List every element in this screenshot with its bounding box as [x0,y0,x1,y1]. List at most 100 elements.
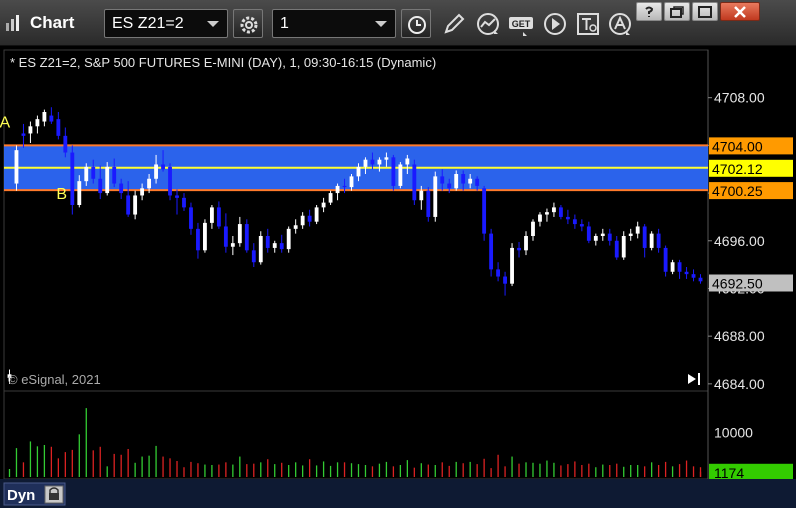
help-button[interactable] [636,2,662,21]
candle-body [203,222,207,251]
candle-body [189,207,193,229]
restore-icon [670,6,684,18]
candle-body [677,262,682,272]
candle-body [370,159,375,165]
candle-body [133,195,138,215]
candle-body [433,176,438,217]
candle-body [175,195,179,198]
candle-body [621,236,626,258]
candle-body [538,214,542,222]
candle-body [168,166,172,196]
candle-body [496,269,501,277]
candle-body [216,207,221,227]
symbol-value: ES Z21=2 [112,15,184,32]
candle-body [531,221,535,236]
volume-tick-label: 10000 [714,425,753,441]
lock-icon[interactable] [44,485,64,504]
window-title: Chart [30,13,75,32]
candle-body [545,212,549,215]
chart-window[interactable]: 4708.004704.004700.004696.004692.004688.… [0,46,796,508]
candle-body [628,233,633,236]
candle-body [49,115,54,122]
gear-icon [240,16,258,34]
candle-body [586,226,591,241]
candle-body [635,226,640,234]
candle-body [35,119,40,127]
candle-body [440,176,445,184]
price-panel[interactable] [3,49,709,392]
restore-button[interactable] [664,2,690,21]
candle-body [363,159,368,167]
candle-body [698,277,703,282]
candle-body [335,185,340,194]
candle-body [391,157,396,186]
candle-body [510,247,514,284]
level-tag-label: 4704.00 [712,138,763,154]
candle-body [300,215,305,226]
chart-app-icon [6,15,19,31]
candle-body [328,193,333,203]
interval-field[interactable]: 1 [272,9,396,38]
candle-body [154,164,158,179]
candle-body [593,236,598,241]
candle-body [265,236,270,248]
candle-body [426,190,431,217]
pencil-icon[interactable] [440,10,468,38]
zone-layer [4,144,708,192]
candle-body [572,219,577,225]
candle-body [552,207,556,213]
question-icon [645,6,654,17]
candle-body [140,188,145,196]
candle-body [42,112,47,122]
candle-body [398,164,403,186]
candle-body [691,274,696,278]
candle-body [614,240,619,258]
level-tag-label: 4692.50 [712,276,763,292]
maximize-icon [698,6,712,18]
chevron-down-icon[interactable] [207,21,219,27]
settings-button[interactable] [233,9,263,38]
candle-body [147,178,152,189]
annotation-a: A [0,115,10,132]
candle-body [14,150,19,184]
chevron-down-icon[interactable] [375,21,387,27]
candle-body [112,166,117,184]
maximize-button[interactable] [692,2,718,21]
candle-body [670,262,675,272]
price-tick-label: 4696.00 [714,233,765,249]
text-tool-icon[interactable] [574,10,602,38]
candle-body [272,243,277,248]
candle-body [105,166,110,194]
time-button[interactable] [401,9,431,38]
alert-icon[interactable] [606,10,634,38]
candle-body [98,178,103,194]
candle-body [461,174,466,184]
candle-body [307,215,312,222]
candle-body [21,133,26,136]
get-data-icon[interactable]: GET [507,10,535,38]
candle-body [482,188,487,234]
candle-body [91,166,96,179]
close-button[interactable] [720,2,760,21]
candle-body [579,224,584,227]
study-icon[interactable] [474,10,502,38]
candle-body [182,197,186,208]
candle-body [565,216,570,220]
candle-body [209,207,214,223]
candle-body [447,183,452,189]
candle-body [349,176,354,188]
candle-body [517,247,521,251]
candle-body [84,166,89,182]
svg-text:GET: GET [512,19,531,29]
candle-body [489,233,494,270]
candle-body [28,126,33,134]
price-chart[interactable]: 4708.004704.004700.004696.004692.004688.… [0,46,796,508]
candle-body [161,164,165,170]
candle-body [377,159,382,165]
candle-body [63,135,68,153]
price-tick-label: 4684.00 [714,376,765,392]
symbol-field[interactable]: ES Z21=2 [104,9,228,38]
candle-body [524,236,528,251]
play-icon[interactable] [541,10,569,38]
interval-value: 1 [280,15,289,32]
